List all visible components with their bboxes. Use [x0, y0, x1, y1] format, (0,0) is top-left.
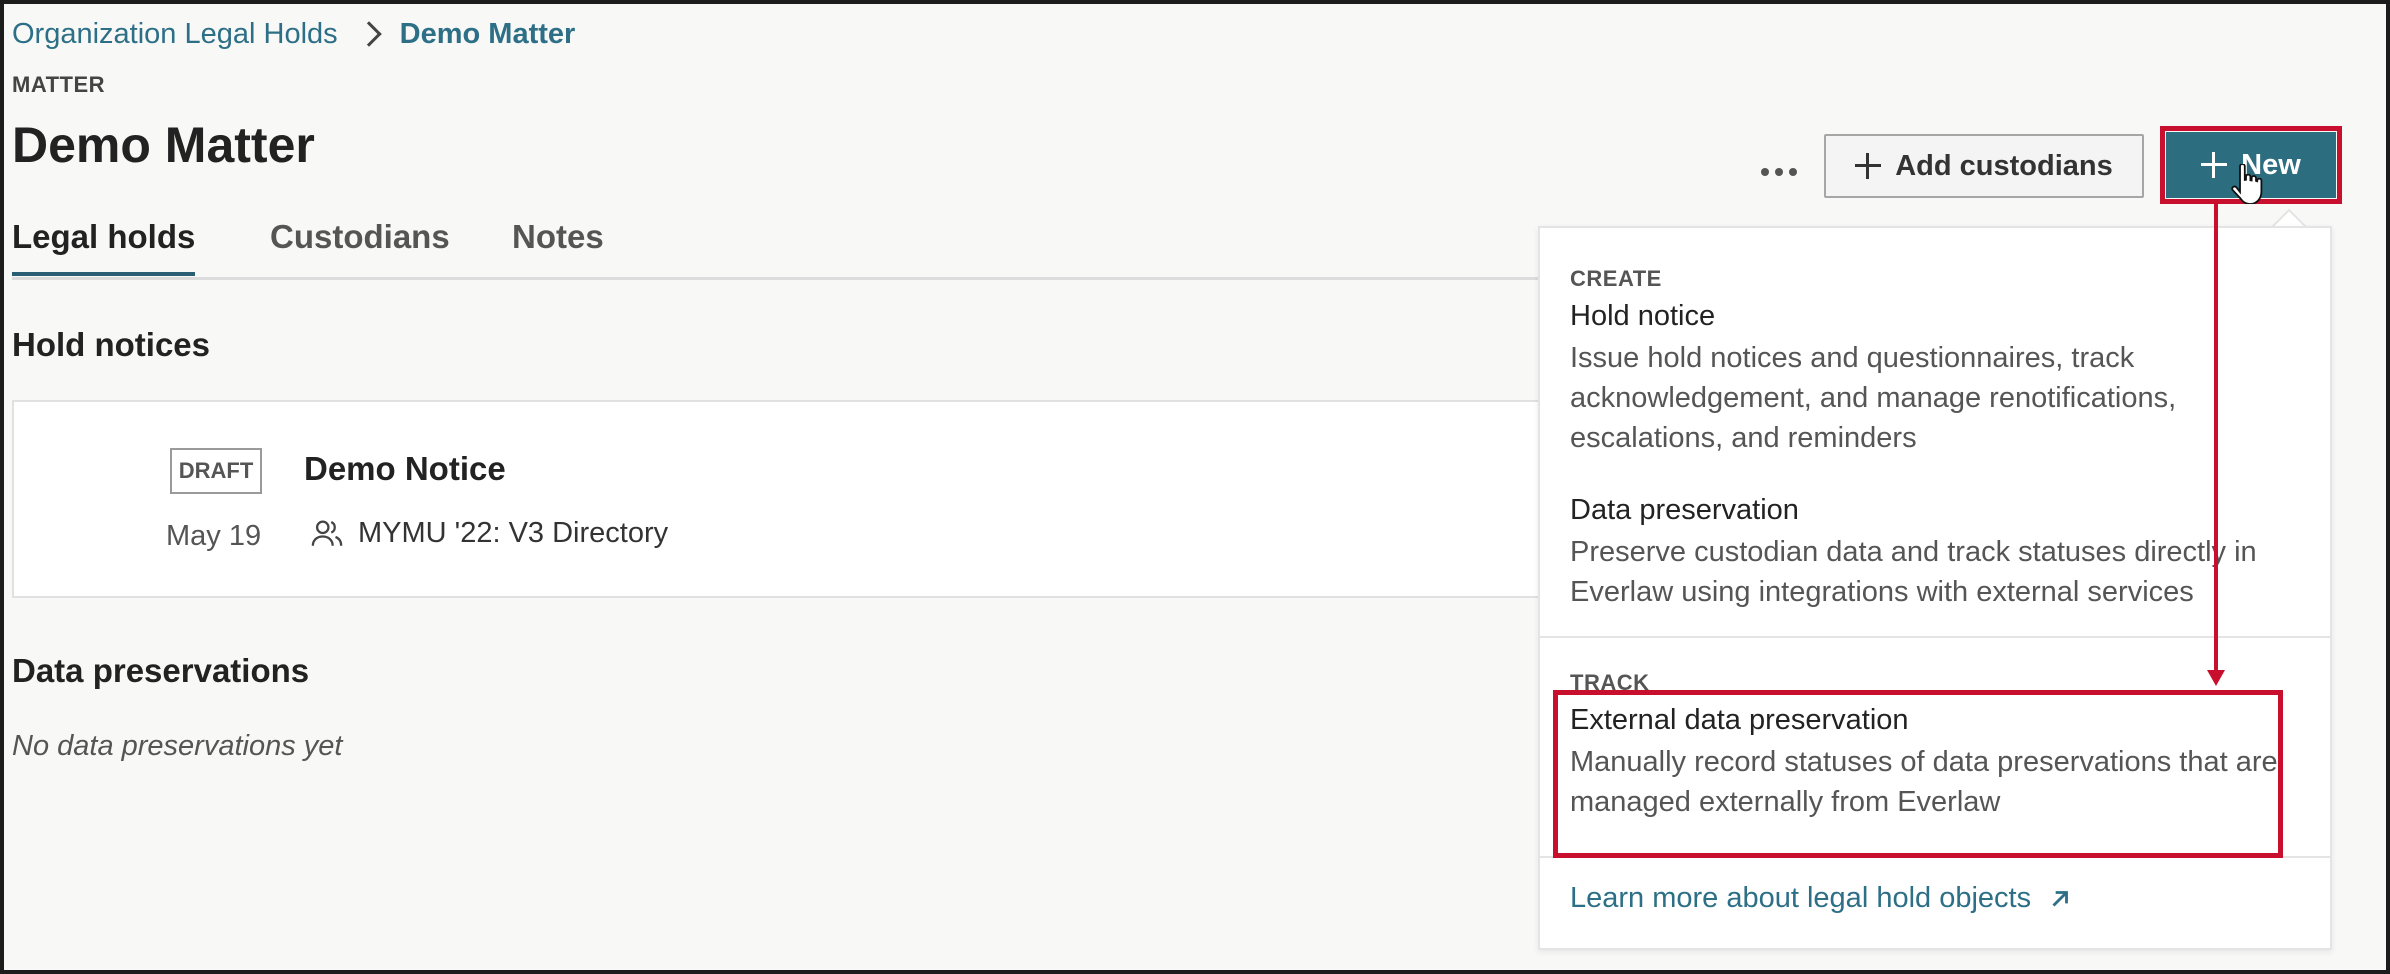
- learn-more-label: Learn more about legal hold objects: [1570, 882, 2032, 914]
- data-preservations-heading: Data preservations: [12, 652, 310, 689]
- menu-item-hold-notice[interactable]: Hold notice: [1570, 300, 1715, 333]
- ellipsis-dot: [1775, 168, 1783, 176]
- breadcrumb-current[interactable]: Demo Matter: [400, 18, 576, 51]
- status-badge: DRAFT: [170, 448, 262, 494]
- page-eyebrow: MATTER: [12, 72, 106, 97]
- notice-directory: MYMU '22: V3 Directory: [310, 516, 668, 550]
- external-link-arrow-icon: [2052, 890, 2069, 906]
- breadcrumb: Organization Legal Holds Demo Matter: [12, 14, 575, 54]
- app-window: Organization Legal Holds Demo Matter MAT…: [4, 4, 2386, 970]
- create-section-heading: CREATE: [1570, 266, 1662, 291]
- hand-cursor-icon: [2231, 164, 2263, 204]
- menu-item-hold-notice-description: Issue hold notices and questionnaires, t…: [1570, 342, 2177, 454]
- plus-icon: [1855, 153, 1882, 179]
- menu-item-data-preservation[interactable]: Data preservation: [1570, 494, 1799, 527]
- tab-notes[interactable]: Notes: [512, 218, 604, 272]
- chevron-right-icon: [355, 21, 382, 47]
- page-title: Demo Matter: [12, 117, 315, 173]
- empty-state-text: No data preservations yet: [12, 730, 343, 762]
- annotation-arrow-line: [2214, 200, 2218, 674]
- menu-item-data-preservation-description: Preserve custodian data and track status…: [1570, 536, 2257, 608]
- users-icon: [311, 520, 343, 546]
- hold-notices-heading: Hold notices: [12, 326, 211, 363]
- notice-date: May 19: [166, 520, 262, 552]
- menu-divider: [1540, 636, 2330, 638]
- tab-bar: Legal holds Custodians Notes: [12, 210, 1542, 280]
- notice-title[interactable]: Demo Notice: [304, 450, 506, 488]
- ellipsis-icon: [1761, 168, 1769, 176]
- more-options-button[interactable]: [1752, 150, 1806, 194]
- add-custodians-button[interactable]: Add custodians: [1824, 134, 2144, 198]
- add-custodians-label: Add custodians: [1895, 149, 2113, 182]
- annotation-highlight-external: [1553, 690, 2283, 858]
- ellipsis-dot: [1789, 168, 1797, 176]
- tab-legal-holds[interactable]: Legal holds: [12, 218, 196, 276]
- tab-custodians[interactable]: Custodians: [270, 218, 450, 272]
- annotation-arrow-head: [2207, 670, 2225, 686]
- learn-more-link[interactable]: Learn more about legal hold objects: [1570, 882, 2073, 915]
- directory-label: MYMU '22: V3 Directory: [358, 516, 669, 549]
- breadcrumb-parent-link[interactable]: Organization Legal Holds: [12, 18, 338, 51]
- hold-notice-card[interactable]: DRAFT Demo Notice May 19 MYMU '22: V3 Di…: [12, 400, 1542, 598]
